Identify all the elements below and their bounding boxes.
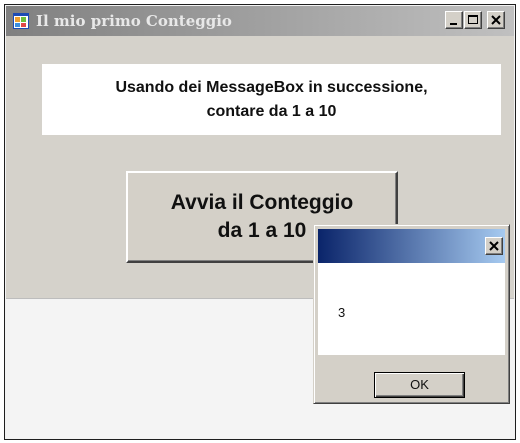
minimize-icon — [450, 23, 457, 25]
main-titlebar[interactable]: Il mio primo Conteggio — [6, 6, 514, 36]
message-box-close-button[interactable] — [485, 237, 503, 255]
minimize-button[interactable] — [445, 11, 463, 29]
windows-form-icon[interactable] — [13, 13, 29, 29]
message-box-body: 3 — [318, 263, 505, 355]
ok-button[interactable]: OK — [374, 372, 465, 398]
maximize-icon — [468, 15, 478, 24]
message-box-dialog: 3 OK — [313, 224, 510, 404]
maximize-button[interactable] — [464, 11, 482, 29]
message-box-titlebar[interactable] — [318, 229, 505, 263]
instruction-line: Usando dei MessageBox in successione, — [115, 78, 428, 96]
close-button[interactable] — [487, 11, 505, 29]
start-count-button-line: Avvia il Conteggio — [170, 191, 354, 214]
message-text: 3 — [338, 305, 346, 320]
instruction-label: Usando dei MessageBox in successione, co… — [42, 64, 501, 135]
close-icon — [489, 241, 499, 251]
instruction-line: contare da 1 a 10 — [206, 102, 337, 120]
window-title: Il mio primo Conteggio — [36, 12, 232, 30]
close-icon — [491, 15, 501, 25]
